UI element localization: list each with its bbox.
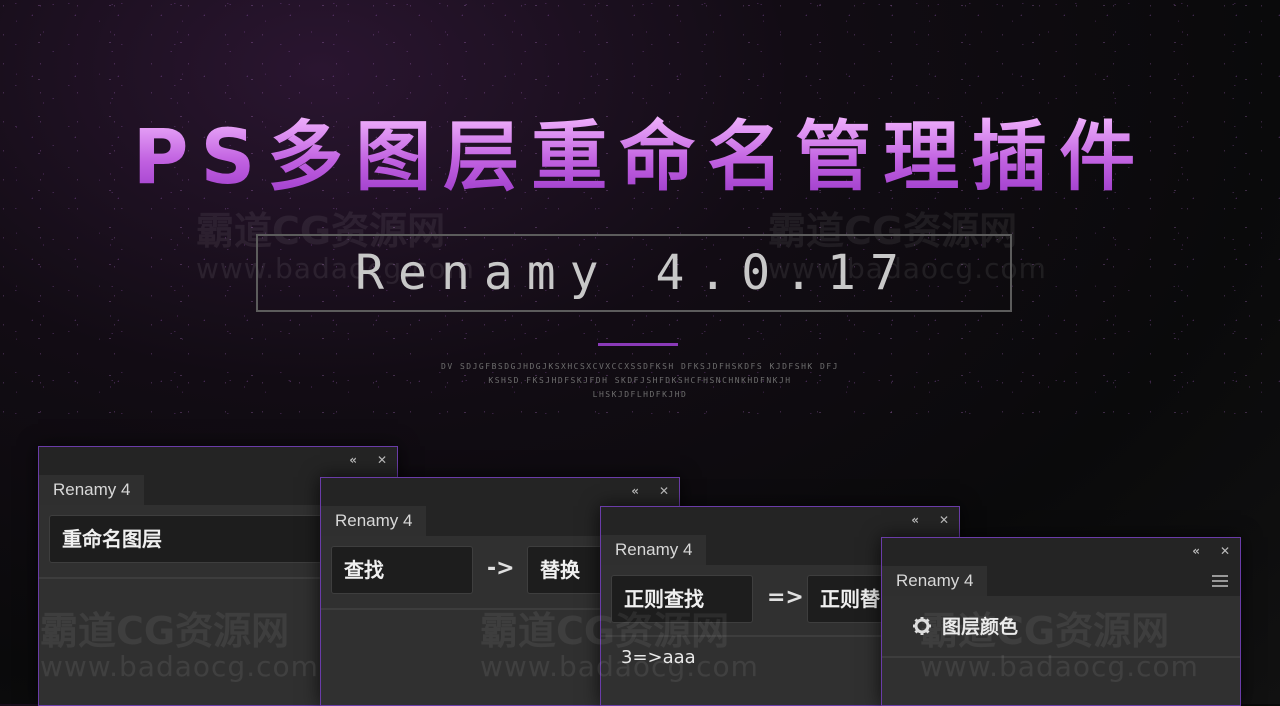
collapse-icon[interactable]: «: [349, 453, 357, 467]
close-icon[interactable]: ✕: [659, 484, 669, 498]
panel-titlebar: « ✕: [882, 538, 1240, 566]
version-label: Renamy 4.0.17: [355, 245, 913, 301]
close-icon[interactable]: ✕: [939, 513, 949, 527]
watermark-url: www.badaocg.com: [480, 650, 759, 683]
watermark-text: 霸道CG资源网: [920, 609, 1170, 653]
decorative-text: DV SDJGFBSDGJHDGJKSXHCSXCVXCCXSSDFKSH DF…: [441, 362, 839, 371]
collapse-icon[interactable]: «: [1192, 544, 1200, 558]
tab-renamy[interactable]: Renamy 4: [601, 535, 707, 565]
banner-title: PS多图层重命名管理插件: [0, 112, 1280, 202]
watermark-url: www.badaocg.com: [40, 650, 319, 683]
panel-titlebar: « ✕: [39, 447, 397, 475]
collapse-icon[interactable]: «: [631, 484, 639, 498]
panel-titlebar: « ✕: [321, 478, 679, 506]
watermark-text: 霸道CG资源网: [480, 609, 730, 653]
close-icon[interactable]: ✕: [1220, 544, 1230, 558]
tab-renamy[interactable]: Renamy 4: [321, 506, 427, 536]
watermark-url: www.badaocg.com: [920, 650, 1199, 683]
find-input[interactable]: 查找: [331, 546, 473, 594]
tab-renamy[interactable]: Renamy 4: [882, 566, 988, 596]
close-icon[interactable]: ✕: [377, 453, 387, 467]
collapse-icon[interactable]: «: [911, 513, 919, 527]
starfield-background: [0, 0, 1280, 420]
version-box: Renamy 4.0.17: [256, 234, 1012, 312]
divider-line: [598, 343, 678, 346]
arrow-label: =>: [767, 585, 804, 610]
panel-titlebar: « ✕: [601, 507, 959, 535]
decorative-text: KSHSD FKSJHDFSKJFDH SKDFJSHFDKSHCFHSNCHN…: [488, 376, 792, 385]
arrow-label: ->: [487, 556, 515, 581]
watermark-text: 霸道CG资源网: [40, 609, 290, 653]
tab-renamy[interactable]: Renamy 4: [39, 475, 145, 505]
decorative-text: LHSKJDFLHDFKJHD: [592, 390, 688, 399]
menu-icon[interactable]: [1212, 575, 1228, 587]
tab-bar: Renamy 4: [882, 566, 1240, 596]
